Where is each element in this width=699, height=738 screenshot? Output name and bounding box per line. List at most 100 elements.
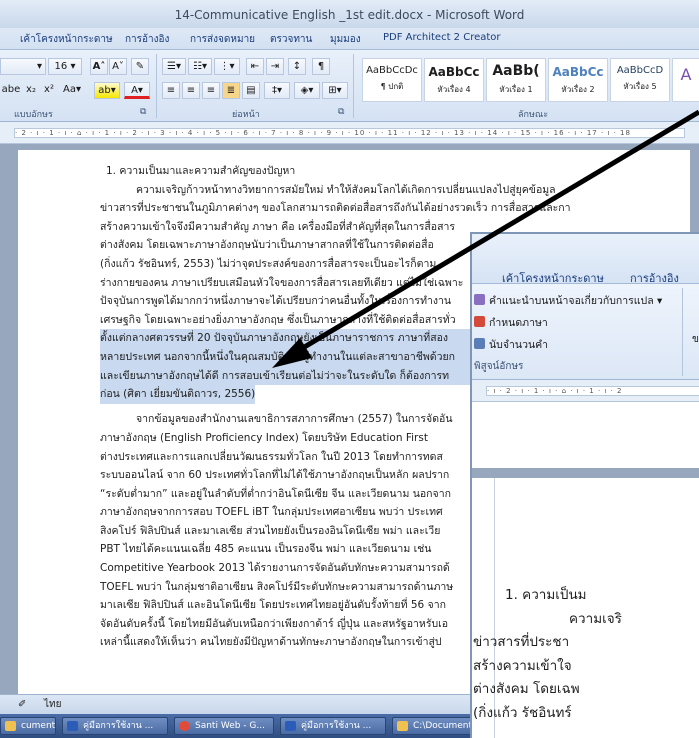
justify-icon[interactable]: ≣ xyxy=(222,82,240,99)
translation-screentip-button[interactable]: คำแนะนำบนหน้าจอเกี่ยวกับการแปล ▾ xyxy=(474,292,662,309)
thai-distributed-icon[interactable]: ▤ xyxy=(242,82,260,99)
paragraph-dialog-launcher-icon[interactable]: ⧉ xyxy=(338,107,344,117)
align-right-icon[interactable]: ≡ xyxy=(202,82,220,99)
style-name: หัวเรื่อง 5 xyxy=(623,82,657,91)
style-name: หัวเรื่อง 1 xyxy=(499,85,533,94)
horizontal-ruler[interactable]: · 2 · ı · 1 · ı · ⌂ · ı · 1 · ı · 2 · ı … xyxy=(0,122,699,144)
item-label: คำแนะนำบนหน้าจอเกี่ยวกับการแปล xyxy=(489,295,654,307)
taskbar-item-santi-web[interactable]: Santi Web - G... xyxy=(174,717,274,735)
grow-font-icon[interactable]: A˄ xyxy=(90,58,108,75)
taskbar-label: cuments ... xyxy=(21,721,56,731)
tab-view[interactable]: มุมมอง xyxy=(330,32,361,47)
ribbon-separator xyxy=(156,54,157,118)
word-count-icon xyxy=(474,338,485,349)
tab-pdf-architect[interactable]: PDF Architect 2 Creator xyxy=(383,32,501,43)
folder-icon xyxy=(5,721,16,731)
style-name: ¶ ปกติ xyxy=(380,82,404,91)
next-group-truncated: ข xyxy=(692,334,699,345)
spelling-check-icon[interactable]: ✐ xyxy=(18,695,26,714)
font-size-dropdown[interactable]: 16 ▾ xyxy=(48,58,82,75)
style-normal[interactable]: AaBbCcDc ¶ ปกติ xyxy=(362,58,422,102)
tab-page-layout[interactable]: เค้าโครงหน้ากระดาษ xyxy=(20,32,113,47)
set-language-button[interactable]: กำหนดภาษา xyxy=(474,314,548,331)
highlight-color-icon[interactable]: ab▾ xyxy=(94,82,120,99)
zoomed-inset-window: เค้าโครงหน้ากระดาษ การอ้างอิง คำแนะนำบนห… xyxy=(470,232,699,738)
inset-previous-page xyxy=(472,402,699,478)
taskbar-label: คู่มือการใช้งาน ... xyxy=(301,721,372,731)
inset-doc-line: ต่างสังคม โดยเฉพ xyxy=(473,681,580,697)
group-label-font: แบบอักษร xyxy=(14,110,53,120)
style-heading-5[interactable]: AaBbCcD หัวเรื่อง 5 xyxy=(610,58,670,102)
show-marks-icon[interactable]: ¶ xyxy=(312,58,330,75)
style-heading-1[interactable]: AaBb( หัวเรื่อง 1 xyxy=(486,58,546,102)
item-label: กำหนดภาษา xyxy=(489,317,548,329)
inset-doc-line: สร้างความเข้าใจ xyxy=(473,657,572,674)
taskbar-label: คู่มือการใช้งาน ... xyxy=(83,721,154,731)
increase-indent-icon[interactable]: ⇥ xyxy=(266,58,284,75)
group-label-proofing: พิสูจน์อักษร xyxy=(474,361,524,372)
tab-references[interactable]: การอ้างอิง xyxy=(125,32,169,47)
window-title: 14-Communicative English _1st edit.docx … xyxy=(174,8,525,22)
style-heading-2[interactable]: AaBbCc หัวเรื่อง 2 xyxy=(548,58,608,102)
ribbon-separator xyxy=(682,288,683,376)
taskbar-item-manual-2[interactable]: คู่มือการใช้งาน ... xyxy=(280,717,386,735)
clear-format-icon[interactable]: ✎ xyxy=(131,58,149,75)
taskbar-label: Santi Web - G... xyxy=(195,721,265,731)
group-label-paragraph: ย่อหน้า xyxy=(232,110,260,120)
strikethrough-icon[interactable]: abe xyxy=(0,82,22,99)
word-icon xyxy=(285,721,296,731)
inset-doc-line: (กิ่งแก้ว รัชอินทร์ xyxy=(473,704,572,721)
inset-doc-line: 1. ความเป็นม xyxy=(505,587,587,603)
style-sample: AaBbCcDc xyxy=(366,65,418,76)
section-heading: 1. ความเป็นมาและความสำคัญของปัญหา xyxy=(106,165,296,177)
word-icon xyxy=(67,721,78,731)
change-styles-button[interactable]: A xyxy=(672,58,699,102)
item-label: นับจำนวนคำ xyxy=(489,339,549,351)
shading-icon[interactable]: ◈▾ xyxy=(294,82,320,99)
translate-icon xyxy=(474,294,485,305)
font-name-dropdown[interactable]: ▾ xyxy=(0,58,46,75)
language-indicator[interactable]: ไทย xyxy=(44,699,61,710)
ruler-track: · 2 · ı · 1 · ı · ⌂ · ı · 1 · ı · 2 · ı … xyxy=(14,128,685,138)
tab-mailings[interactable]: การส่งจดหมาย xyxy=(190,32,255,47)
chrome-icon xyxy=(179,721,190,731)
superscript-icon[interactable]: x² xyxy=(40,82,58,99)
style-heading-4[interactable]: AaBbCc หัวเรื่อง 4 xyxy=(424,58,484,102)
align-center-icon[interactable]: ≡ xyxy=(182,82,200,99)
sort-icon[interactable]: ↕ xyxy=(288,58,306,75)
folder-icon xyxy=(397,721,408,731)
inset-document-page[interactable]: 1. ความเป็นม ความเจริ ข่าวสารที่ประชา สร… xyxy=(473,478,699,738)
inset-document-text: 1. ความเป็นม ความเจริ ข่าวสารที่ประชา สร… xyxy=(473,584,622,725)
numbering-icon[interactable]: ☷▾ xyxy=(188,58,212,75)
window-title-bar: 14-Communicative English _1st edit.docx … xyxy=(0,0,699,28)
word-count-button[interactable]: นับจำนวนคำ xyxy=(474,336,548,353)
multilevel-list-icon[interactable]: ⋮▾ xyxy=(214,58,240,75)
ribbon-separator xyxy=(353,54,354,118)
subscript-icon[interactable]: x₂ xyxy=(22,82,40,99)
style-name: หัวเรื่อง 4 xyxy=(437,85,471,94)
tab-review[interactable]: ตรวจทาน xyxy=(270,32,312,47)
style-sample: AaBbCc xyxy=(552,65,604,79)
inset-ribbon: คำแนะนำบนหน้าจอเกี่ยวกับการแปล ▾ กำหนดภา… xyxy=(472,284,699,380)
inset-ruler[interactable]: · ı · 2 · ı · 1 · ı · ⌂ · ı · 1 · ı · 2 xyxy=(472,380,699,402)
decrease-indent-icon[interactable]: ⇤ xyxy=(246,58,264,75)
font-size-value: 16 xyxy=(54,61,68,72)
shrink-font-icon[interactable]: A˅ xyxy=(109,58,127,75)
style-name: หัวเรื่อง 2 xyxy=(561,85,595,94)
inset-ribbon-tab-bar: เค้าโครงหน้ากระดาษ การอ้างอิง xyxy=(472,234,699,285)
taskbar-item-documents[interactable]: cuments ... xyxy=(0,717,56,735)
line-spacing-icon[interactable]: ‡▾ xyxy=(264,82,290,99)
taskbar-item-manual-1[interactable]: คู่มือการใช้งาน ... xyxy=(62,717,168,735)
font-dialog-launcher-icon[interactable]: ⧉ xyxy=(140,107,146,117)
change-case-icon[interactable]: Aa▾ xyxy=(60,82,84,99)
doc-line: ความเจริญก้าวหน้าทางวิทยาการสมัยใหม่ ทำใ… xyxy=(136,183,556,196)
ribbon-tab-bar: เค้าโครงหน้ากระดาษ การอ้างอิง การส่งจดหม… xyxy=(0,28,699,50)
group-label-styles: ลักษณะ xyxy=(518,110,549,120)
borders-icon[interactable]: ⊞▾ xyxy=(322,82,348,99)
align-left-icon[interactable]: ≡ xyxy=(162,82,180,99)
font-color-icon[interactable]: A▾ xyxy=(124,82,150,99)
inset-doc-line: ความเจริ xyxy=(569,610,622,627)
bullets-icon[interactable]: ☰▾ xyxy=(162,58,186,75)
style-sample: AaBbCcD xyxy=(616,65,664,76)
ribbon: ▾ 16 ▾ A˄ A˅ ✎ abe x₂ x² Aa▾ ab▾ A▾ แบบอ… xyxy=(0,50,699,122)
